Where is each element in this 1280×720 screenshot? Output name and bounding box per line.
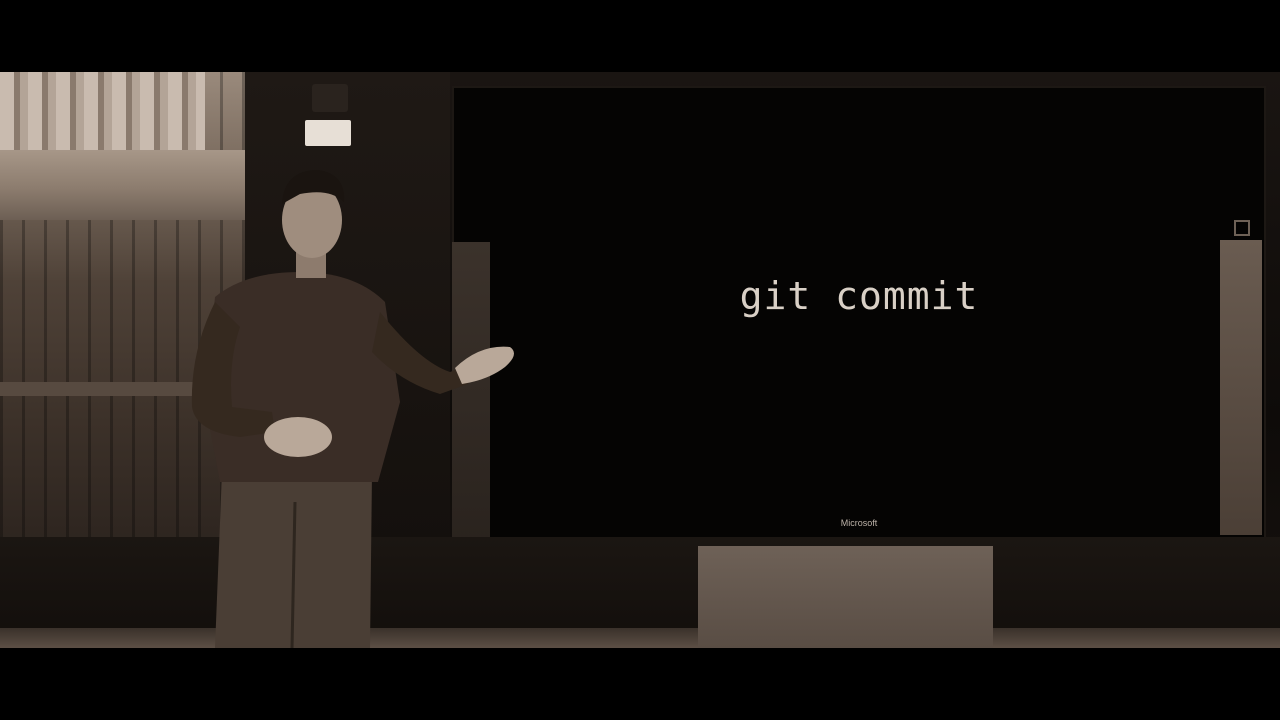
letterbox-top	[0, 0, 1280, 72]
speaker-figure	[191, 170, 514, 648]
speaker-hand-left	[264, 417, 332, 457]
letterbox-bottom	[0, 648, 1280, 720]
lecture-scene: git commit Microsoft	[0, 72, 1280, 648]
speaker-hand-right	[455, 346, 514, 384]
